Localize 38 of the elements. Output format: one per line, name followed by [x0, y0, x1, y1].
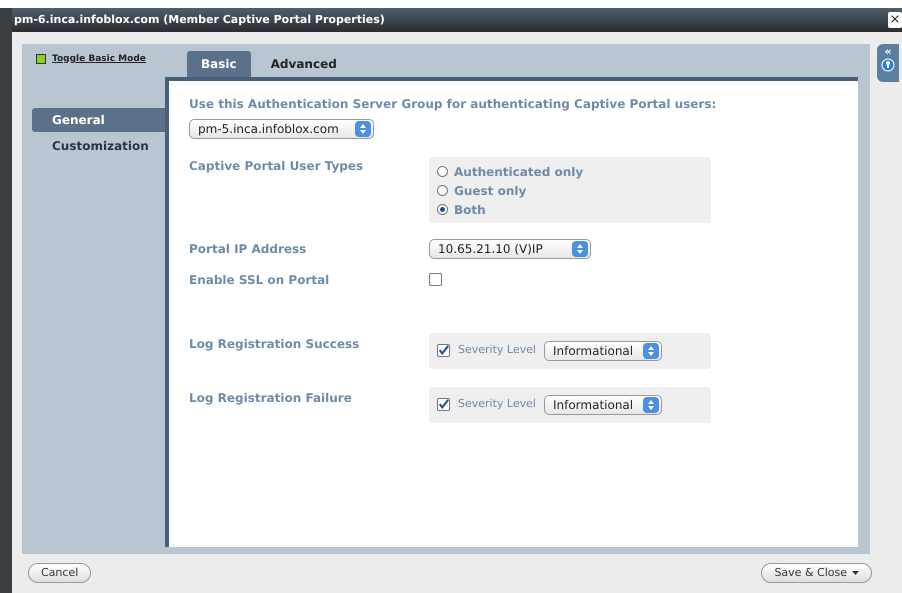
dropdown[interactable]: 10.65.21.10 (V)IP — [429, 238, 591, 259]
severity-label: Severity Level — [458, 396, 536, 412]
radio-label: Guest only — [454, 182, 526, 200]
toggle-mode-link[interactable]: Toggle Basic Mode — [52, 52, 146, 66]
caret-icon — [852, 571, 859, 576]
sidebar-item[interactable]: General — [32, 108, 165, 132]
radio-button[interactable] — [437, 166, 448, 178]
tab[interactable]: Advanced — [256, 50, 351, 77]
close-button[interactable]: × — [888, 12, 902, 28]
field-label: Log Registration Failure — [189, 390, 353, 407]
radio-button[interactable] — [437, 185, 448, 196]
side-panel-tab[interactable]: « — [877, 44, 899, 82]
sidebar-item[interactable]: Customization — [32, 134, 165, 158]
tab[interactable]: Basic — [187, 50, 251, 77]
field-label: Log Registration Success — [189, 336, 360, 353]
radio-label: Authenticated only — [454, 164, 584, 181]
dropdown[interactable]: Informational — [544, 340, 662, 361]
field-label: Enable SSL on Portal — [189, 272, 330, 289]
stepper-icon — [642, 396, 659, 413]
radio-button[interactable] — [437, 204, 448, 216]
help-icon[interactable] — [881, 58, 895, 72]
collapse-button[interactable]: « — [884, 46, 892, 57]
save-close-button[interactable]: Save & Close — [761, 563, 872, 584]
checkbox[interactable] — [429, 273, 442, 286]
cancel-button[interactable]: Cancel — [28, 563, 92, 584]
dropdown[interactable]: pm-5.inca.infoblox.com — [189, 118, 374, 139]
checkbox[interactable] — [437, 344, 450, 358]
severity-label: Severity Level — [458, 342, 536, 358]
stepper-icon — [572, 240, 588, 257]
window-title: pm-6.inca.infoblox.com (Member Captive Portal Properties) — [14, 12, 385, 28]
dropdown[interactable]: Informational — [544, 394, 662, 415]
stepper-icon — [355, 120, 371, 137]
field-label: Portal IP Address — [189, 240, 308, 258]
field-label: Captive Portal User Types — [189, 158, 364, 175]
checkbox[interactable] — [437, 398, 450, 412]
radio-label: Both — [454, 202, 486, 219]
field-label: Use this Authentication Server Group for authenticating Captive Portal users: — [189, 96, 718, 113]
stepper-icon — [642, 342, 659, 359]
